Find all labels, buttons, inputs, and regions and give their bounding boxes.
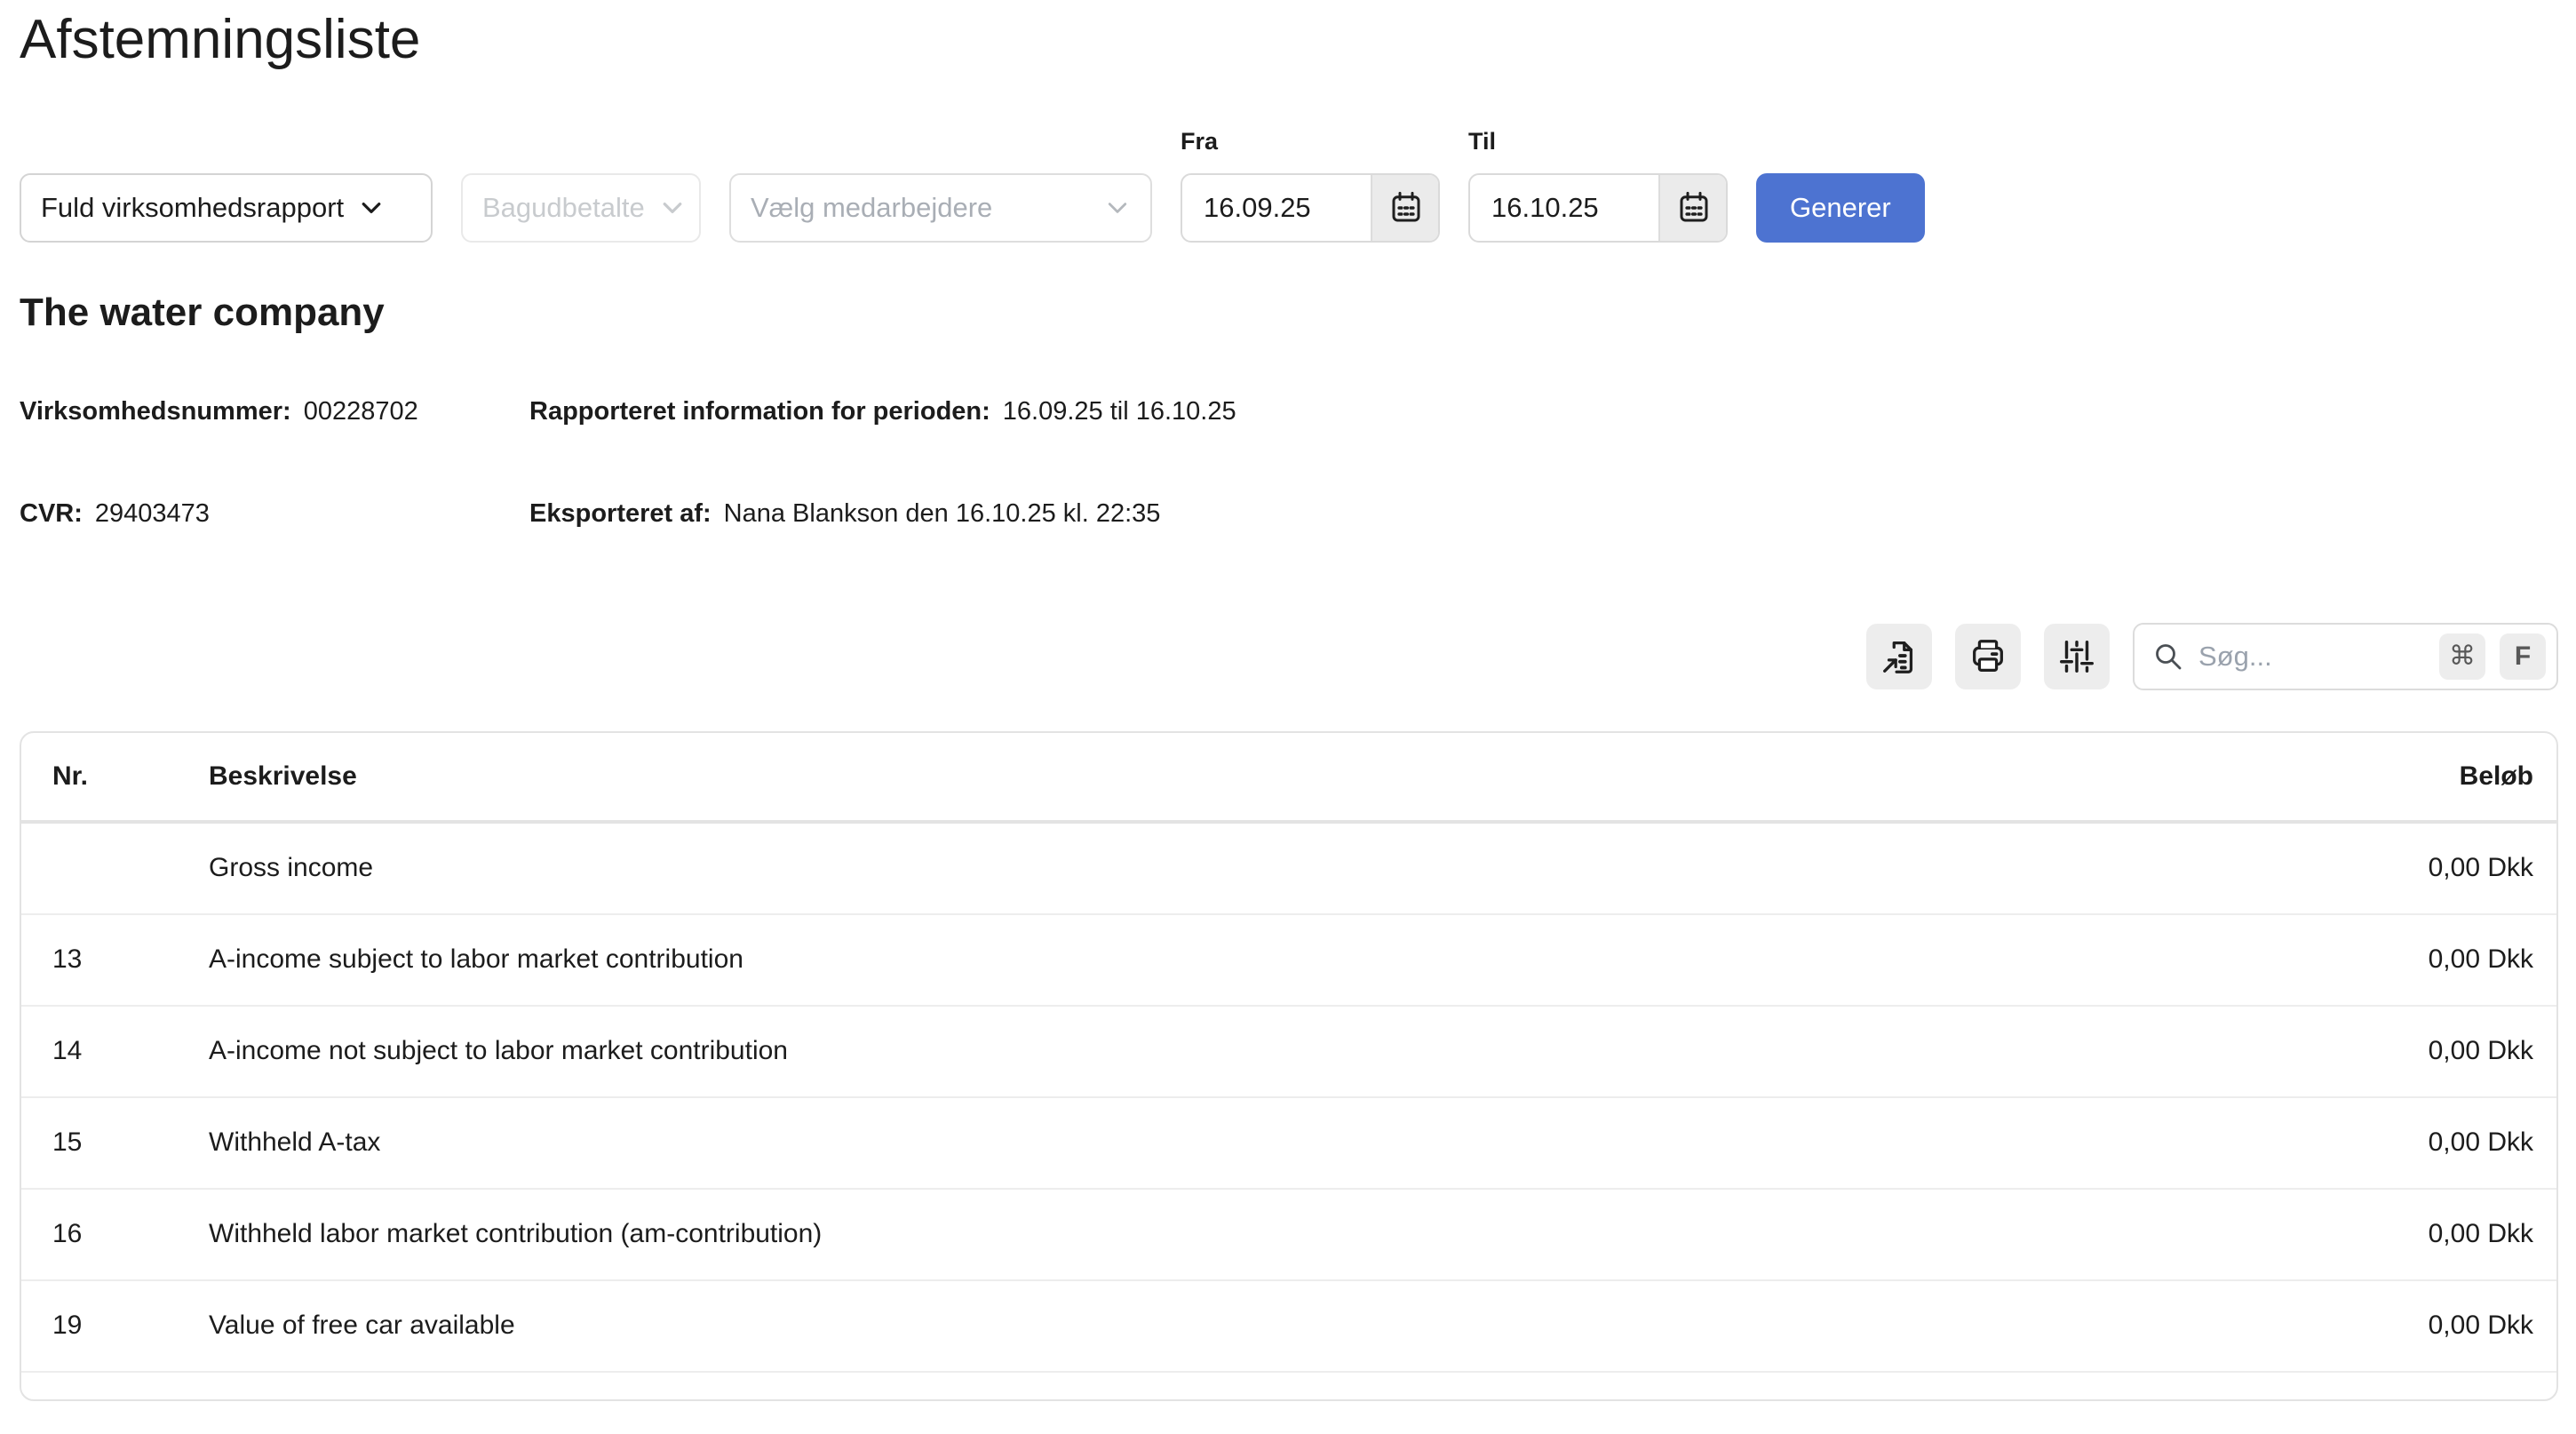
date-from-calendar-button[interactable] — [1371, 175, 1440, 241]
column-header-amount: Beløb — [2460, 761, 2533, 792]
search-box: ⌘ F — [2133, 623, 2558, 690]
payment-mode-value: Bagudbetalte — [482, 192, 645, 224]
exported-by-value: Nana Blankson den 16.10.25 kl. 22:35 — [724, 499, 1161, 528]
command-key-badge: ⌘ — [2439, 633, 2485, 680]
cell-amount: 0,00 Dkk — [2429, 1036, 2533, 1066]
date-to-field — [1468, 173, 1728, 243]
cell-description: Value of free car available — [209, 1311, 2429, 1341]
cell-description: Gross income — [209, 853, 2429, 883]
cell-description: Withheld A-tax — [209, 1127, 2429, 1158]
date-from-label: Fra — [1181, 128, 1440, 155]
table-row: Gross income 0,00 Dkk — [21, 824, 2556, 915]
chevron-down-icon — [358, 195, 385, 221]
print-button[interactable] — [1955, 624, 2021, 689]
chevron-down-icon — [1104, 195, 1131, 221]
date-from-input[interactable] — [1182, 175, 1371, 241]
cell-amount: 0,00 Dkk — [2429, 944, 2533, 975]
file-export-icon — [1879, 636, 1920, 677]
generate-button[interactable]: Generer — [1756, 173, 1925, 243]
cvr-label: CVR: — [20, 499, 83, 528]
report-page: Afstemningsliste Fuld virksomhedsrapport… — [0, 0, 2576, 1401]
date-to-input[interactable] — [1470, 175, 1658, 241]
payment-mode-select: Bagudbetalte — [461, 173, 701, 243]
report-type-select[interactable]: Fuld virksomhedsrapport — [20, 173, 433, 243]
cell-amount: 0,00 Dkk — [2429, 1127, 2533, 1158]
calendar-icon — [1387, 189, 1425, 227]
employees-select[interactable]: Vælg medarbejdere — [729, 173, 1152, 243]
table-footer-spacer — [21, 1373, 2556, 1399]
date-to-label: Til — [1468, 128, 1728, 155]
company-name: The water company — [20, 291, 2558, 335]
date-from-field — [1181, 173, 1440, 243]
search-input[interactable] — [2198, 641, 2425, 673]
chevron-down-icon — [659, 195, 686, 221]
sliders-icon — [2056, 636, 2097, 677]
company-number-pair: Virksomhedsnummer: 00228702 — [20, 397, 529, 426]
date-to-calendar-button[interactable] — [1658, 175, 1728, 241]
cell-nr: 14 — [52, 1036, 209, 1066]
cvr-pair: CVR: 29403473 — [20, 499, 529, 529]
filter-settings-button[interactable] — [2044, 624, 2110, 689]
calendar-icon — [1675, 189, 1713, 227]
cell-nr: 15 — [52, 1127, 209, 1158]
date-from-group: Fra — [1181, 128, 1440, 243]
print-icon — [1968, 636, 2008, 677]
period-pair: Rapporteret information for perioden: 16.… — [529, 397, 2558, 426]
table-toolbar: ⌘ F — [20, 623, 2558, 690]
cell-nr: 13 — [52, 944, 209, 975]
cell-nr: 19 — [52, 1311, 209, 1341]
cell-description: A-income subject to labor market contrib… — [209, 944, 2429, 975]
column-header-description: Beskrivelse — [209, 761, 2460, 792]
exported-by-label: Eksporteret af: — [529, 499, 712, 528]
table-row: 14 A-income not subject to labor market … — [21, 1007, 2556, 1098]
company-number-value: 00228702 — [304, 397, 418, 426]
table-row: 19 Value of free car available 0,00 Dkk — [21, 1281, 2556, 1373]
table-row: 16 Withheld labor market contribution (a… — [21, 1190, 2556, 1281]
report-type-value: Fuld virksomhedsrapport — [41, 192, 344, 224]
cell-amount: 0,00 Dkk — [2429, 1311, 2533, 1341]
period-label: Rapporteret information for perioden: — [529, 397, 990, 426]
cell-description: A-income not subject to labor market con… — [209, 1036, 2429, 1066]
cvr-value: 29403473 — [95, 499, 210, 528]
export-button[interactable] — [1866, 624, 1932, 689]
table-row: 15 Withheld A-tax 0,00 Dkk — [21, 1098, 2556, 1190]
date-to-group: Til — [1468, 128, 1728, 243]
exported-by-pair: Eksporteret af: Nana Blankson den 16.10.2… — [529, 499, 2558, 529]
cell-description: Withheld labor market contribution (am-c… — [209, 1219, 2429, 1249]
search-icon — [2152, 641, 2184, 673]
reconciliation-table: Nr. Beskrivelse Beløb Gross income 0,00 … — [20, 731, 2558, 1401]
cell-amount: 0,00 Dkk — [2429, 1219, 2533, 1249]
cell-amount: 0,00 Dkk — [2429, 853, 2533, 883]
page-title: Afstemningsliste — [20, 5, 2558, 75]
company-number-label: Virksomhedsnummer: — [20, 397, 291, 426]
table-row: 13 A-income subject to labor market cont… — [21, 915, 2556, 1007]
cell-nr: 16 — [52, 1219, 209, 1249]
table-header-row: Nr. Beskrivelse Beløb — [21, 733, 2556, 824]
filter-bar: Fuld virksomhedsrapport Bagudbetalte Væl… — [20, 128, 2558, 243]
period-value: 16.09.25 til 16.10.25 — [1003, 397, 1236, 426]
company-info: Virksomhedsnummer: 00228702 Rapporteret i… — [20, 397, 2558, 529]
column-header-nr: Nr. — [52, 761, 209, 792]
f-key-badge: F — [2500, 633, 2546, 680]
employees-placeholder: Vælg medarbejdere — [751, 192, 992, 224]
table-body: Gross income 0,00 Dkk 13 A-income subjec… — [21, 824, 2556, 1373]
